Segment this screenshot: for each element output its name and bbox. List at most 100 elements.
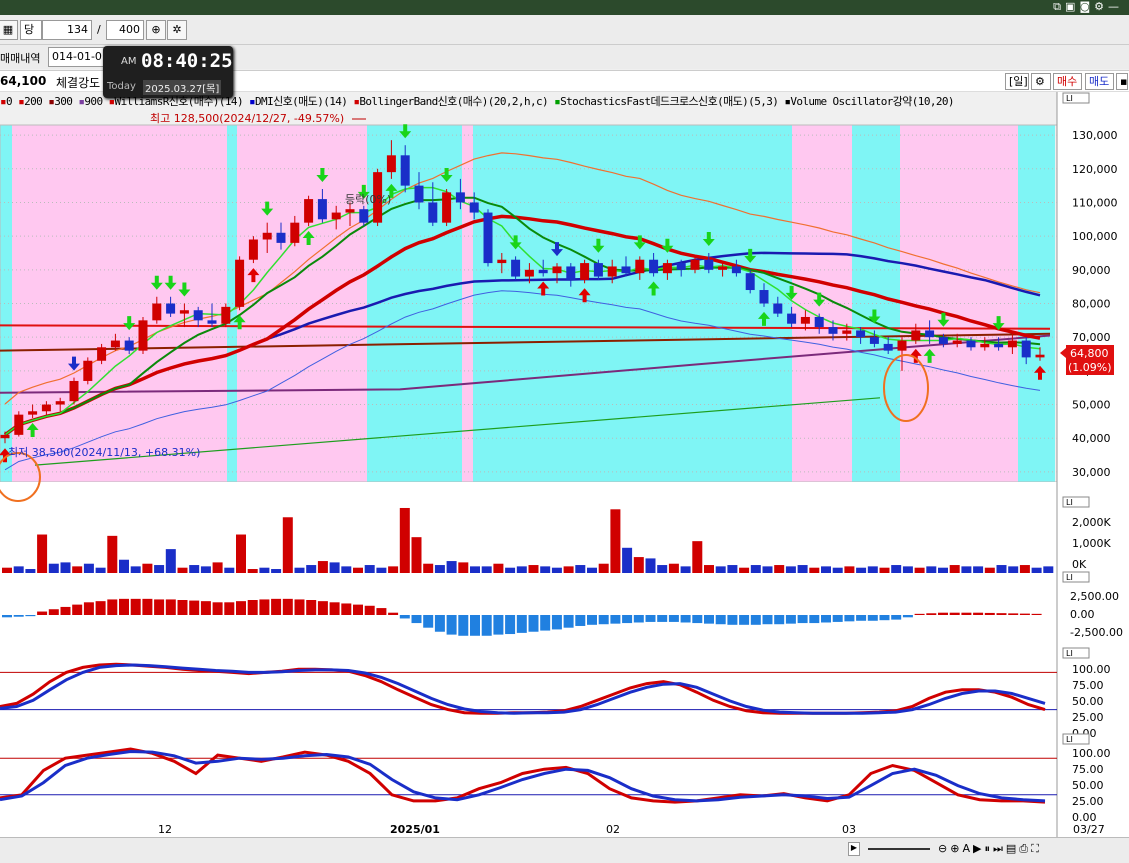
total-input[interactable]: 400 [106,20,144,40]
volume-bar [715,566,726,573]
price-tick-label: 80,000 [1072,298,1111,311]
vo-bar [83,602,94,615]
vo-bar [446,615,457,635]
volume-bar [294,567,305,573]
candle-body [524,269,534,277]
vo-bar [341,603,352,615]
vo-bar [294,599,305,615]
window-icon[interactable]: ▣ [1065,0,1079,13]
vo-bar [72,604,83,615]
vo-bar [739,615,750,625]
text-icon[interactable]: A [962,842,973,855]
gear-icon[interactable]: ⚙ [1094,0,1108,13]
candle-body [276,232,286,243]
volume-bar [189,565,200,573]
candle-body [83,360,93,381]
volume-bar [505,567,516,573]
candle-body [1021,340,1031,358]
stock-name: 체결강도 [56,76,101,90]
volume-bar [762,566,773,573]
candle-body [28,411,38,415]
volume-bar [809,567,820,573]
candle-body [235,259,245,307]
minimize-icon[interactable]: — [1108,0,1123,13]
date-input[interactable]: 014-01-0 [48,47,108,67]
stochastic-tick-label: 75.00 [1072,763,1104,776]
scroll-right-icon[interactable]: ▶ [848,842,860,856]
candle-body [221,306,231,324]
panel-tag-label: LI [1066,735,1073,744]
candle-body [262,232,272,240]
period-select[interactable]: 당 [20,20,42,40]
volume-bar [60,562,71,573]
chart-settings-icon[interactable]: ⚙ [1031,73,1051,90]
candle-body [883,343,893,351]
panel-tag-group: LI [1062,733,1090,745]
window-controls[interactable]: ⧉▣◙⚙— [1053,0,1123,14]
candle-body [317,199,327,220]
zoom-in-icon[interactable]: ⊕ [950,842,962,855]
zoom-slider[interactable] [868,848,930,850]
camera-icon[interactable]: ◙ [1079,0,1094,13]
volume-bar [587,567,597,573]
period-day-button[interactable]: [일] [1005,73,1029,90]
candle-body [718,266,728,270]
pause-icon[interactable]: ⏸ [984,842,993,855]
volume-bar [949,565,960,573]
candle-body [345,209,355,213]
price-tick-label: 130,000 [1072,129,1118,142]
print-icon[interactable]: ⎙ [1019,842,1031,855]
volume-bar [785,566,796,573]
panel-background [0,498,1057,573]
price-tick-label: 40,000 [1072,432,1111,445]
title-bar: ⧉▣◙⚙— [0,0,1129,15]
candle-body [1035,354,1045,358]
candle-body [386,155,396,173]
candle-body [621,266,631,274]
vo-bar [212,602,223,615]
volume-bar [212,562,223,573]
count-input[interactable]: 134 [42,20,92,40]
volume-bar [83,563,94,573]
play-icon[interactable]: ▶ [973,842,984,855]
expand-icon[interactable]: ⛶ [1031,842,1042,855]
vo-bar [973,612,984,615]
vo-bar [271,598,282,615]
buy-button[interactable]: 매수 [1053,73,1082,90]
candle-body [897,340,907,351]
current-change: (1.09%) [1068,361,1112,374]
vo-bar [2,615,12,618]
zoom-icon[interactable]: ⊕ [146,20,166,40]
restore-icon[interactable]: ⧉ [1053,0,1065,13]
sell-button[interactable]: 매도 [1085,73,1114,90]
vo-bar [13,615,24,617]
candle-body [856,330,866,338]
volume-bar [271,569,282,573]
candle-body [110,340,120,348]
volume-bar [224,567,235,573]
price-tick-label: 70,000 [1072,331,1111,344]
vo-bar [107,599,118,615]
volume-bar [95,567,106,573]
vo-bar [704,615,714,624]
volume-bar [364,565,375,573]
stochastic-tick-label: 25.00 [1072,711,1104,724]
vo-bar [692,615,703,624]
vo-bar [189,600,200,615]
calendar-icon[interactable]: ▦ [0,20,18,40]
step-icon[interactable]: ⏭ [993,842,1006,855]
zoom-out-icon[interactable]: ⊖ [938,842,950,855]
chart-controls[interactable]: ⊖⊕A▶⏸⏭▤⎙⛶ [938,842,1042,856]
menu-icon[interactable]: ▪ [1116,73,1128,90]
vo-bar [399,615,410,619]
vo-bar [587,615,597,625]
settings-icon[interactable]: ✲ [167,20,187,40]
volume-bar [2,567,12,573]
vo-bar [493,615,504,635]
vo-bar [961,612,972,615]
save-icon[interactable]: ▤ [1006,842,1019,855]
stock-chart[interactable]: 130,000 120,000 110,000 100,000 90,000 80,000… [0,92,1129,837]
vo-bar [984,612,995,615]
candle-body [69,380,79,402]
price-tick-label: 90,000 [1072,264,1111,277]
